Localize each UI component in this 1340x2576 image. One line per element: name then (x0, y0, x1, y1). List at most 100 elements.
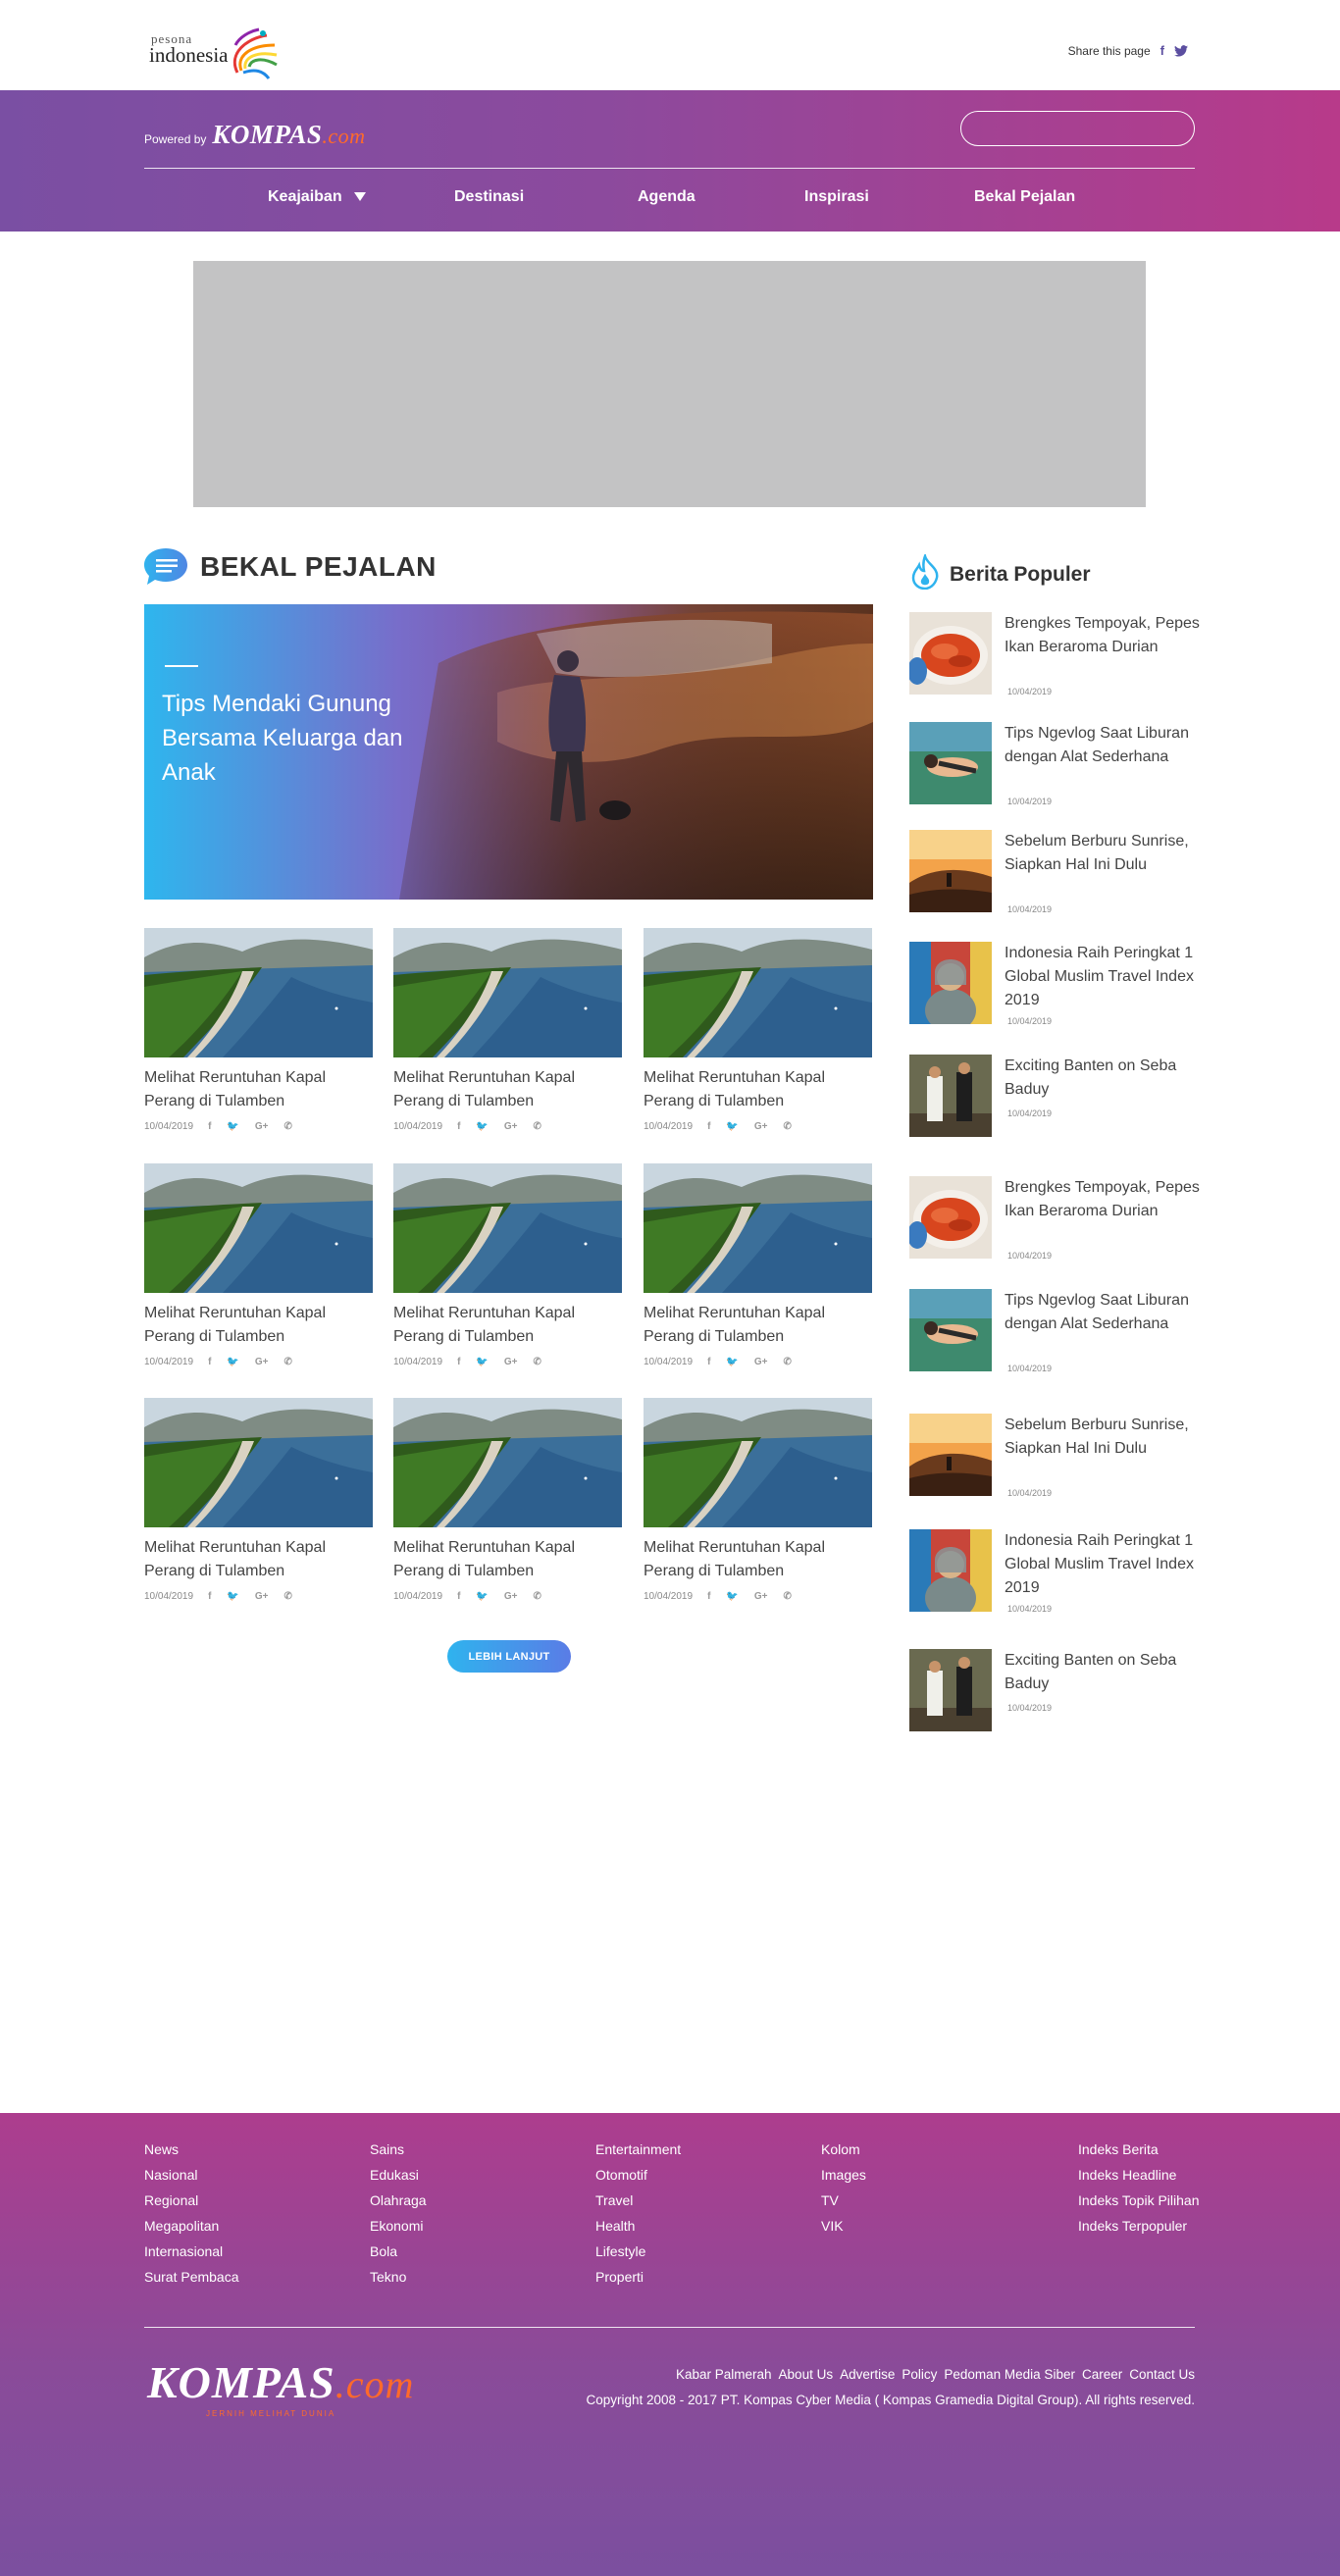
popular-title[interactable]: Indonesia Raih Peringkat 1 Global Muslim… (1005, 942, 1201, 1012)
popular-item[interactable]: Brengkes Tempoyak, Pepes Ikan Beraroma D… (909, 612, 1204, 700)
popular-title[interactable]: Sebelum Berburu Sunrise, Siapkan Hal Ini… (1005, 1414, 1201, 1461)
footer-bottom-link[interactable]: Career (1082, 2367, 1122, 2382)
article-card[interactable]: Melihat Reruntuhan Kapal Perang di Tulam… (144, 928, 373, 1132)
google-plus-icon[interactable]: G+ (255, 1357, 269, 1367)
popular-thumbnail[interactable] (909, 1289, 992, 1371)
footer-link[interactable]: Sains (370, 2137, 427, 2162)
facebook-icon[interactable]: f (457, 1121, 460, 1132)
popular-thumbnail[interactable] (909, 830, 992, 912)
article-title[interactable]: Melihat Reruntuhan Kapal Perang di Tulam… (644, 1302, 879, 1349)
article-title[interactable]: Melihat Reruntuhan Kapal Perang di Tulam… (393, 1536, 629, 1583)
popular-thumbnail[interactable] (909, 1176, 992, 1259)
whatsapp-icon[interactable]: ✆ (533, 1591, 541, 1602)
google-plus-icon[interactable]: G+ (754, 1121, 768, 1132)
twitter-icon[interactable]: 🐦 (476, 1591, 488, 1602)
footer-link[interactable]: Megapolitan (144, 2213, 239, 2239)
footer-link[interactable]: TV (821, 2188, 866, 2213)
footer-link[interactable]: Indeks Berita (1078, 2137, 1199, 2162)
popular-thumbnail[interactable] (909, 612, 992, 695)
article-card[interactable]: Melihat Reruntuhan Kapal Perang di Tulam… (393, 1398, 622, 1602)
article-title[interactable]: Melihat Reruntuhan Kapal Perang di Tulam… (393, 1066, 629, 1113)
footer-link[interactable]: Internasional (144, 2239, 239, 2264)
facebook-icon[interactable]: f (208, 1591, 211, 1602)
ad-banner[interactable] (193, 261, 1146, 507)
facebook-icon[interactable]: f (707, 1591, 710, 1602)
footer-link[interactable]: Travel (595, 2188, 681, 2213)
footer-link[interactable]: Ekonomi (370, 2213, 427, 2239)
nav-item-agenda[interactable]: Agenda (638, 188, 696, 206)
footer-bottom-link[interactable]: Contact Us (1129, 2367, 1195, 2382)
article-title[interactable]: Melihat Reruntuhan Kapal Perang di Tulam… (644, 1536, 879, 1583)
popular-item[interactable]: Brengkes Tempoyak, Pepes Ikan Beraroma D… (909, 1176, 1204, 1264)
footer-link[interactable]: Indeks Terpopuler (1078, 2213, 1199, 2239)
facebook-icon[interactable]: f (457, 1357, 460, 1367)
hero-article[interactable]: Tips Mendaki Gunung Bersama Keluarga dan… (144, 604, 873, 900)
whatsapp-icon[interactable]: ✆ (783, 1357, 791, 1367)
facebook-icon[interactable]: f (208, 1357, 211, 1367)
popular-thumbnail[interactable] (909, 942, 992, 1024)
twitter-icon[interactable]: 🐦 (726, 1357, 738, 1367)
article-thumbnail[interactable] (644, 928, 872, 1057)
article-card[interactable]: Melihat Reruntuhan Kapal Perang di Tulam… (144, 1163, 373, 1367)
twitter-icon[interactable]: 🐦 (227, 1591, 238, 1602)
google-plus-icon[interactable]: G+ (255, 1591, 269, 1602)
popular-title[interactable]: Exciting Banten on Seba Baduy (1005, 1649, 1201, 1696)
footer-link[interactable]: Indeks Headline (1078, 2162, 1199, 2188)
facebook-icon[interactable]: f (208, 1121, 211, 1132)
twitter-icon[interactable]: 🐦 (726, 1121, 738, 1132)
popular-item[interactable]: Sebelum Berburu Sunrise, Siapkan Hal Ini… (909, 830, 1204, 918)
footer-bottom-link[interactable]: Kabar Palmerah (676, 2367, 772, 2382)
article-title[interactable]: Melihat Reruntuhan Kapal Perang di Tulam… (644, 1066, 879, 1113)
article-thumbnail[interactable] (393, 1163, 622, 1293)
footer-link[interactable]: Olahraga (370, 2188, 427, 2213)
footer-link[interactable]: VIK (821, 2213, 866, 2239)
footer-link[interactable]: News (144, 2137, 239, 2162)
facebook-icon[interactable]: f (707, 1357, 710, 1367)
google-plus-icon[interactable]: G+ (504, 1357, 518, 1367)
footer-link[interactable]: Edukasi (370, 2162, 427, 2188)
popular-thumbnail[interactable] (909, 1649, 992, 1731)
pesona-indonesia-logo[interactable]: pesona indonesia (149, 24, 286, 80)
article-thumbnail[interactable] (144, 928, 373, 1057)
popular-title[interactable]: Brengkes Tempoyak, Pepes Ikan Beraroma D… (1005, 612, 1201, 659)
nav-item-bekal-pejalan[interactable]: Bekal Pejalan (974, 188, 1075, 206)
footer-link[interactable]: Bola (370, 2239, 427, 2264)
article-title[interactable]: Melihat Reruntuhan Kapal Perang di Tulam… (144, 1302, 380, 1349)
article-thumbnail[interactable] (393, 1398, 622, 1527)
popular-title[interactable]: Tips Ngevlog Saat Liburan dengan Alat Se… (1005, 722, 1201, 769)
whatsapp-icon[interactable]: ✆ (783, 1591, 791, 1602)
footer-link[interactable]: Lifestyle (595, 2239, 681, 2264)
whatsapp-icon[interactable]: ✆ (283, 1121, 291, 1132)
footer-link[interactable]: Properti (595, 2264, 681, 2290)
article-title[interactable]: Melihat Reruntuhan Kapal Perang di Tulam… (144, 1066, 380, 1113)
footer-link[interactable]: Otomotif (595, 2162, 681, 2188)
popular-title[interactable]: Exciting Banten on Seba Baduy (1005, 1055, 1201, 1102)
nav-item-destinasi[interactable]: Destinasi (454, 188, 524, 206)
nav-item-keajaiban[interactable]: Keajaiban (268, 188, 366, 206)
popular-item[interactable]: Sebelum Berburu Sunrise, Siapkan Hal Ini… (909, 1414, 1204, 1502)
search-input[interactable] (960, 111, 1195, 146)
article-thumbnail[interactable] (144, 1163, 373, 1293)
google-plus-icon[interactable]: G+ (504, 1121, 518, 1132)
popular-item[interactable]: Tips Ngevlog Saat Liburan dengan Alat Se… (909, 722, 1204, 810)
footer-link[interactable]: Nasional (144, 2162, 239, 2188)
popular-thumbnail[interactable] (909, 1414, 992, 1496)
popular-thumbnail[interactable] (909, 722, 992, 804)
popular-item[interactable]: Tips Ngevlog Saat Liburan dengan Alat Se… (909, 1289, 1204, 1377)
google-plus-icon[interactable]: G+ (255, 1121, 269, 1132)
google-plus-icon[interactable]: G+ (754, 1591, 768, 1602)
popular-title[interactable]: Sebelum Berburu Sunrise, Siapkan Hal Ini… (1005, 830, 1201, 877)
article-thumbnail[interactable] (393, 928, 622, 1057)
popular-title[interactable]: Indonesia Raih Peringkat 1 Global Muslim… (1005, 1529, 1201, 1600)
article-card[interactable]: Melihat Reruntuhan Kapal Perang di Tulam… (144, 1398, 373, 1602)
whatsapp-icon[interactable]: ✆ (533, 1357, 541, 1367)
twitter-icon[interactable]: 🐦 (227, 1121, 238, 1132)
facebook-icon[interactable]: f (707, 1121, 710, 1132)
article-card[interactable]: Melihat Reruntuhan Kapal Perang di Tulam… (644, 1163, 872, 1367)
twitter-icon[interactable]: 🐦 (726, 1591, 738, 1602)
footer-link[interactable]: Entertainment (595, 2137, 681, 2162)
article-title[interactable]: Melihat Reruntuhan Kapal Perang di Tulam… (144, 1536, 380, 1583)
footer-bottom-link[interactable]: Policy (902, 2367, 937, 2382)
article-card[interactable]: Melihat Reruntuhan Kapal Perang di Tulam… (393, 928, 622, 1132)
footer-link[interactable]: Indeks Topik Pilihan (1078, 2188, 1199, 2213)
